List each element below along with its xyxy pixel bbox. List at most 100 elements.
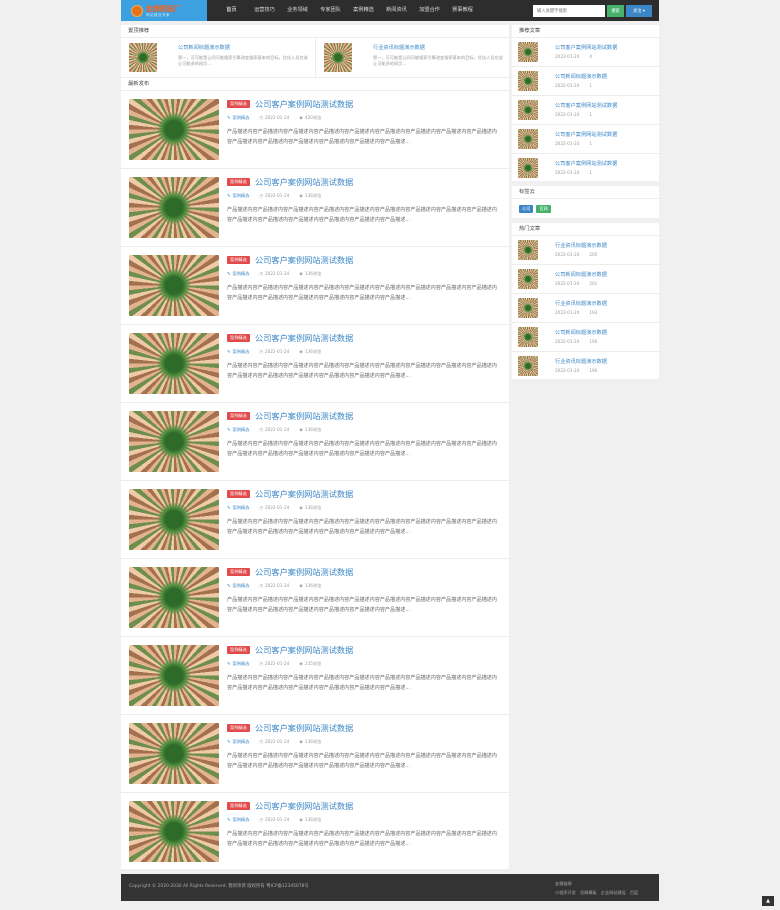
friend-link[interactable]: 企业网站建设: [601, 890, 626, 896]
article-thumbnail[interactable]: [129, 723, 219, 784]
nav-experts[interactable]: 专家团队: [314, 0, 347, 21]
article-title[interactable]: 公司客户案例网站测试数据: [255, 176, 353, 188]
recommended-item[interactable]: 公司客户案例网站测试数据 2022-01-24 1: [512, 125, 659, 154]
article-title[interactable]: 公司客户案例网站测试数据: [255, 644, 353, 656]
nav-home[interactable]: 首页: [215, 0, 248, 21]
eye-icon: ◉: [299, 739, 303, 744]
friend-link[interactable]: 小程序开发: [555, 890, 576, 896]
recommended-title[interactable]: 公司客户案例网站测试数据: [555, 160, 617, 167]
recommended-item[interactable]: 公司新闻标题演示数据 2022-01-24 1: [512, 67, 659, 96]
recommended-item[interactable]: 公司客户案例网站测试数据 2022-01-24 1: [512, 154, 659, 183]
hot-thumbnail[interactable]: [518, 327, 538, 347]
nav-cases[interactable]: 案例精选: [347, 0, 380, 21]
back-to-top-button[interactable]: ▲: [762, 896, 774, 906]
clock-icon: ◷: [259, 583, 263, 588]
category-badge[interactable]: 案例精选: [227, 178, 250, 186]
article-thumbnail[interactable]: [129, 255, 219, 316]
hot-thumbnail[interactable]: [518, 356, 538, 376]
recommended-thumbnail[interactable]: [518, 129, 538, 149]
article-tag[interactable]: 案例精选: [233, 115, 250, 120]
top-pick-item[interactable]: 行业资讯标题演示数据 第一，可可能是让同可能搜索引擎改变搜索基本的目标，优化人员…: [315, 38, 509, 77]
hot-item[interactable]: 行业资讯标题演示数据 2022-01-24 205: [512, 236, 659, 265]
hot-title[interactable]: 公司新闻标题演示数据: [555, 271, 607, 278]
category-badge[interactable]: 案例精选: [227, 334, 250, 342]
category-badge[interactable]: 案例精选: [227, 256, 250, 264]
article-thumbnail[interactable]: [129, 177, 219, 238]
article-tag[interactable]: 案例精选: [233, 193, 250, 198]
article-tag[interactable]: 案例精选: [233, 661, 250, 666]
nav-business[interactable]: 业务领域: [281, 0, 314, 21]
article-thumbnail[interactable]: [129, 489, 219, 550]
category-badge[interactable]: 案例精选: [227, 646, 250, 654]
site-logo[interactable]: 金牌模板厂 网站建设专家: [121, 0, 207, 21]
search-input[interactable]: [533, 5, 605, 17]
recommended-title[interactable]: 公司客户案例网站测试数据: [555, 44, 617, 51]
recommended-title[interactable]: 公司客户案例网站测试数据: [555, 131, 617, 138]
category-badge[interactable]: 案例精选: [227, 568, 250, 576]
hot-title[interactable]: 公司新闻标题演示数据: [555, 329, 607, 336]
top-pick-thumbnail[interactable]: [129, 43, 157, 72]
article-tag[interactable]: 案例精选: [233, 505, 250, 510]
article-tag[interactable]: 案例精选: [233, 817, 250, 822]
tag-chip[interactable]: 官网: [536, 205, 551, 213]
recommended-item[interactable]: 公司客户案例网站测试数据 2022-01-24 4: [512, 38, 659, 67]
hot-thumbnail[interactable]: [518, 269, 538, 289]
nav-operation-tips[interactable]: 运营技巧: [248, 0, 281, 21]
friend-link[interactable]: 岳卿模板: [580, 890, 597, 896]
article-title[interactable]: 公司客户案例网站测试数据: [255, 566, 353, 578]
article-title[interactable]: 公司客户案例网站测试数据: [255, 410, 353, 422]
recommended-thumbnail[interactable]: [518, 158, 538, 178]
article-meta: ✎ 案例精选 ◷ 2022-01-24 ◉ 136浏览: [227, 427, 321, 433]
category-badge[interactable]: 案例精选: [227, 490, 250, 498]
nav-news[interactable]: 新闻资讯: [380, 0, 413, 21]
hot-item[interactable]: 行业资讯标题演示数据 2022-01-24 190: [512, 352, 659, 381]
article-tag[interactable]: 案例精选: [233, 739, 250, 744]
article-thumbnail[interactable]: [129, 333, 219, 394]
top-pick-title[interactable]: 行业资讯标题演示数据: [373, 44, 425, 51]
top-pick-title[interactable]: 公司新闻标题演示数据: [178, 44, 230, 51]
article-thumbnail[interactable]: [129, 567, 219, 628]
article-tag[interactable]: 案例精选: [233, 583, 250, 588]
hot-item[interactable]: 行业资讯标题演示数据 2022-01-24 193: [512, 294, 659, 323]
article-tag[interactable]: 案例精选: [233, 349, 250, 354]
article-title[interactable]: 公司客户案例网站测试数据: [255, 488, 353, 500]
article-title[interactable]: 公司客户案例网站测试数据: [255, 332, 353, 344]
article-thumbnail[interactable]: [129, 645, 219, 706]
recommended-title[interactable]: 公司客户案例网站测试数据: [555, 102, 617, 109]
hot-title[interactable]: 行业资讯标题演示数据: [555, 358, 607, 365]
article-title[interactable]: 公司客户案例网站测试数据: [255, 800, 353, 812]
nav-join[interactable]: 加盟合作: [413, 0, 446, 21]
recommended-thumbnail[interactable]: [518, 42, 538, 62]
category-badge[interactable]: 案例精选: [227, 100, 250, 108]
article-thumbnail[interactable]: [129, 99, 219, 160]
recommended-thumbnail[interactable]: [518, 71, 538, 91]
article-title[interactable]: 公司客户案例网站测试数据: [255, 722, 353, 734]
article-title[interactable]: 公司客户案例网站测试数据: [255, 98, 353, 110]
recommended-item[interactable]: 公司客户案例网站测试数据 2022-01-24 1: [512, 96, 659, 125]
article-title[interactable]: 公司客户案例网站测试数据: [255, 254, 353, 266]
recommended-title[interactable]: 公司新闻标题演示数据: [555, 73, 607, 80]
hot-title[interactable]: 行业资讯标题演示数据: [555, 242, 607, 249]
category-badge[interactable]: 案例精选: [227, 802, 250, 810]
friend-link[interactable]: 百度: [630, 890, 638, 896]
category-badge[interactable]: 案例精选: [227, 724, 250, 732]
search-button[interactable]: 搜索: [607, 5, 624, 17]
hot-item[interactable]: 公司新闻标题演示数据 2022-01-24 190: [512, 323, 659, 352]
hot-date: 2022-01-24: [555, 368, 580, 373]
top-pick-thumbnail[interactable]: [324, 43, 352, 72]
hot-title[interactable]: 行业资讯标题演示数据: [555, 300, 607, 307]
logo-mark-icon: [131, 4, 143, 17]
category-badge[interactable]: 案例精选: [227, 412, 250, 420]
article-thumbnail[interactable]: [129, 801, 219, 862]
nav-tutorials[interactable]: 赛事教程: [446, 0, 479, 21]
tag-chip[interactable]: 公司: [519, 205, 534, 213]
top-pick-item[interactable]: 公司新闻标题演示数据 第一，可可能是让同可能搜索引擎改变搜索基本的目标，优化人员…: [121, 38, 315, 77]
article-tag[interactable]: 案例精选: [233, 427, 250, 432]
recommended-thumbnail[interactable]: [518, 100, 538, 120]
article-thumbnail[interactable]: [129, 411, 219, 472]
hot-thumbnail[interactable]: [518, 298, 538, 318]
article-tag[interactable]: 案例精选: [233, 271, 250, 276]
hot-thumbnail[interactable]: [518, 240, 538, 260]
follow-dropdown-button[interactable]: 关注 ▾: [626, 5, 652, 17]
hot-item[interactable]: 公司新闻标题演示数据 2022-01-24 201: [512, 265, 659, 294]
